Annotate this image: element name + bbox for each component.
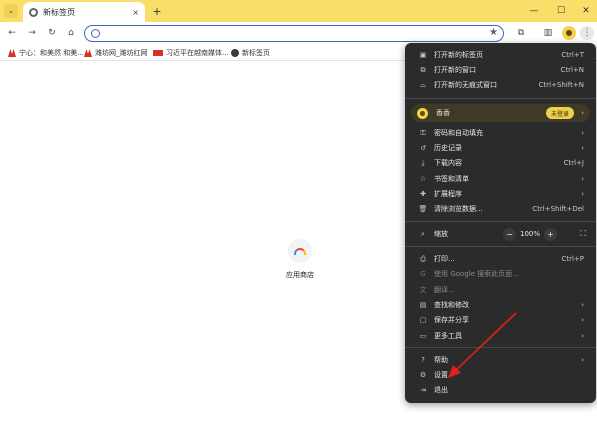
red-logo-icon [84,49,92,57]
minimize-button[interactable]: — [526,3,542,19]
bookmark-star-icon[interactable]: ★ [489,27,498,38]
menu-item-downloads[interactable]: ⤓ 下载内容 Ctrl+J [405,156,596,170]
new-tab-button[interactable]: + [150,4,164,18]
globe-icon [231,49,239,57]
reload-button[interactable]: ↻ [45,26,59,40]
menu-divider [405,221,596,222]
close-icon[interactable]: × [132,8,139,17]
save-icon: ▢ [419,316,427,324]
shortcut-tile[interactable] [288,239,312,263]
side-panel-icon[interactable]: ▥ [541,26,555,40]
menu-item-incognito[interactable]: ⌓ 打开新的无痕式窗口 Ctrl+Shift+N [405,78,596,92]
menu-item-passwords[interactable]: ⚿ 密码和自动填充 › [405,126,596,140]
avatar-icon [417,107,428,119]
google-icon: G [420,270,426,278]
shortcut-label: 应用商店 [286,271,314,279]
profile-avatar-button[interactable] [562,26,576,40]
chrome-icon [29,7,38,17]
home-button[interactable]: ⌂ [64,26,78,40]
tab-title: 新标签页 [43,7,75,17]
close-window-button[interactable]: ✕ [578,3,594,19]
chevron-right-icon: › [581,356,584,364]
exit-icon: ⇥ [420,386,426,394]
address-bar[interactable]: ★ [84,25,504,42]
annotation-arrow-icon [448,312,517,378]
fullscreen-icon[interactable]: ⛶ [580,229,586,239]
menu-item-new-tab[interactable]: ▣ 打开新的标签页 Ctrl+T [405,48,596,62]
chevron-right-icon: › [581,129,584,137]
help-icon: ? [421,356,425,364]
download-icon: ⤓ [421,158,425,167]
translate-icon: 文 [419,286,427,294]
avatar-icon [566,30,572,36]
red-logo-icon [8,49,16,57]
chevron-right-icon: › [581,175,584,183]
incognito-icon: ⌓ [420,80,426,89]
gear-icon: ⚙ [419,371,427,379]
zoom-in-button[interactable]: + [544,227,557,241]
chevron-right-icon: › [581,144,584,152]
history-icon: ↺ [420,144,426,152]
tab-strip: ⌄ 新标签页 × + — ☐ ✕ [0,0,597,22]
toolbar: ← → ↻ ⌂ ★ ⧉ ▥ ⋮ [0,22,597,45]
chevron-right-icon: › [581,109,584,117]
extensions-icon[interactable]: ⧉ [514,26,528,40]
tab-search-button[interactable]: ⌄ [4,4,18,18]
maximize-button[interactable]: ☐ [553,3,569,19]
menu-item-new-window[interactable]: ⧉ 打开新的窗口 Ctrl+N [405,63,596,77]
web-store-icon [294,247,306,255]
profile-name: 香香 [436,109,450,117]
bookmark-item[interactable]: 新标签页 [231,48,270,58]
menu-item-extensions[interactable]: ✚ 扩展程序 › [405,187,596,201]
forward-button[interactable]: → [25,26,39,40]
extension-icon: ✚ [420,190,426,198]
find-icon: ▤ [419,301,427,309]
zoom-out-button[interactable]: − [503,227,516,241]
menu-button[interactable]: ⋮ [580,26,594,40]
menu-divider [405,98,596,99]
menu-item-bookmarks[interactable]: ☆ 书签和清单 › [405,172,596,186]
menu-item-translate[interactable]: 文 翻译... [405,283,596,297]
star-icon: ☆ [419,175,427,183]
print-icon: ⎙ [420,254,426,263]
new-window-icon: ⧉ [420,65,426,74]
zoom-controls: − 100% + [503,227,557,241]
key-icon: ⚿ [420,128,426,137]
bookmark-item[interactable]: 宁心：和美然 和美... [8,48,84,58]
bookmark-item[interactable]: 潍坊网_潍坊红网 [84,48,148,58]
zoom-level: 100% [519,230,540,238]
signed-out-badge: 未登录 [546,107,575,119]
site-info-icon[interactable] [91,29,100,38]
chevron-down-icon: ⌄ [8,7,14,15]
zoom-icon: ⌕ [421,229,425,238]
bookmark-item[interactable]: 习近平在越南媒体... [153,48,229,58]
toolbox-icon: ▭ [419,332,427,340]
menu-item-print[interactable]: ⎙ 打印... Ctrl+P [405,252,596,266]
menu-item-google-search[interactable]: G 使用 Google 搜索此页面... [405,267,596,281]
chevron-right-icon: › [581,332,584,340]
menu-item-zoom: ⌕ 缩放 − 100% + ⛶ [405,227,596,241]
tab-new-tab[interactable]: 新标签页 × [23,2,145,22]
chevron-right-icon: › [581,190,584,198]
menu-divider [405,246,596,247]
chevron-right-icon: › [581,316,584,324]
menu-item-history[interactable]: ↺ 历史记录 › [405,141,596,155]
menu-item-clear-data[interactable]: 🗑 清除浏览数据... Ctrl+Shift+Del [405,202,596,216]
news-badge-icon [153,50,163,56]
trash-icon: 🗑 [418,205,428,213]
menu-item-exit[interactable]: ⇥ 退出 [405,383,596,397]
new-tab-icon: ▣ [419,51,427,59]
menu-profile-row[interactable]: 香香 未登录 › [411,104,590,122]
chevron-right-icon: › [581,301,584,309]
back-button[interactable]: ← [5,26,19,40]
